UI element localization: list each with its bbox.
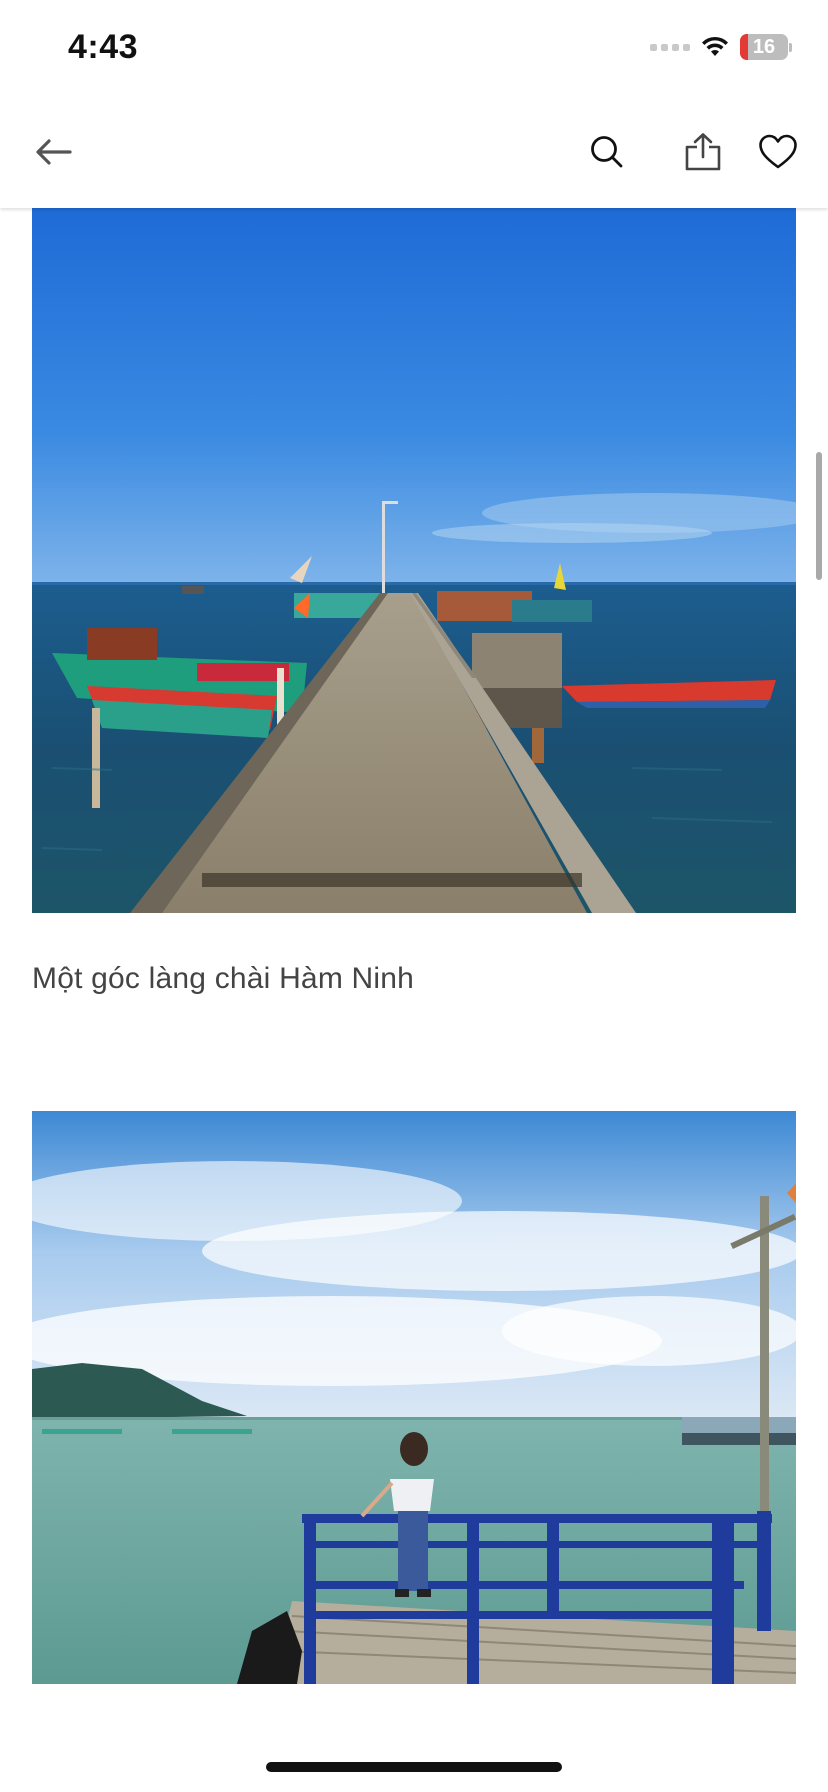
article-photo-pier[interactable] <box>32 208 796 913</box>
share-icon <box>685 133 721 171</box>
battery-level: 16 <box>752 35 776 58</box>
status-bar: 4:43 16 <box>0 0 828 96</box>
scrollbar[interactable] <box>816 452 822 580</box>
jetty-photo-image <box>32 1111 796 1684</box>
favorite-button[interactable] <box>750 124 806 180</box>
article-photo-jetty[interactable] <box>32 1111 796 1684</box>
app-screen: 4:43 16 Một góc làng chài Hàm Ninh <box>0 0 828 1792</box>
search-button[interactable] <box>579 124 635 180</box>
nav-bar <box>0 96 828 208</box>
photo-caption: Một góc làng chài Hàm Ninh <box>32 962 415 995</box>
status-time: 4:43 <box>68 28 139 66</box>
battery-icon: 16 <box>740 34 792 60</box>
back-button[interactable] <box>26 124 82 180</box>
cellular-signal-icon <box>650 43 690 51</box>
search-icon <box>591 136 623 168</box>
heart-icon <box>759 134 797 169</box>
arrow-left-icon <box>36 139 72 165</box>
wifi-icon <box>702 36 728 56</box>
article-content: Một góc làng chài Hàm Ninh <box>0 208 828 1792</box>
home-indicator[interactable] <box>266 1762 562 1772</box>
pier-photo-image <box>32 208 796 913</box>
status-indicators: 16 <box>650 34 792 60</box>
share-button[interactable] <box>675 124 731 180</box>
